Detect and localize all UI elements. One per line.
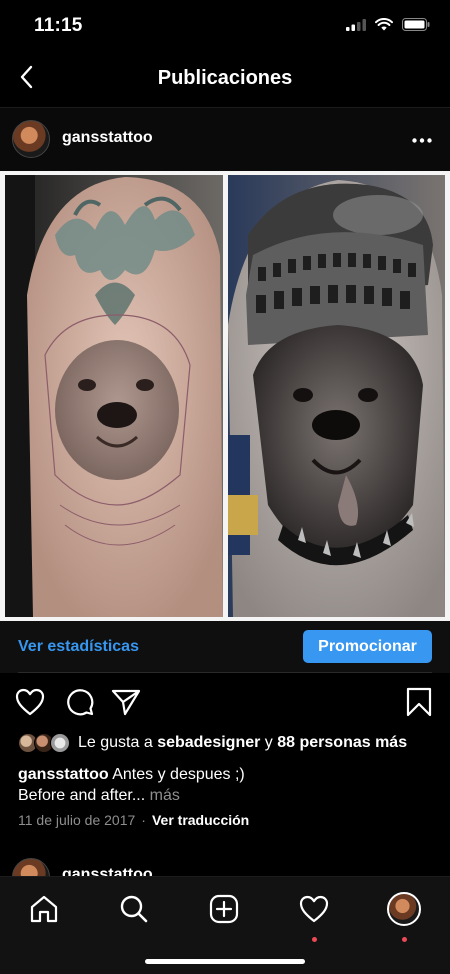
tab-create[interactable] [206, 891, 242, 927]
caption-line-2: Before and after... [18, 787, 146, 804]
battery-icon [402, 18, 430, 31]
avatar [387, 892, 421, 926]
more-options-button[interactable] [410, 128, 434, 152]
meta-separator: · [141, 812, 146, 828]
status-icons [346, 18, 430, 31]
caption-username[interactable]: gansstattoo [18, 766, 109, 783]
liker-username[interactable]: sebadesigner [157, 734, 260, 751]
plus-square-icon [209, 894, 239, 924]
see-translation-link[interactable]: Ver traducción [152, 812, 249, 828]
caption-more-link[interactable]: más [150, 787, 180, 804]
avatar[interactable] [12, 120, 50, 158]
nav-header: Publicaciones [0, 50, 450, 106]
share-button[interactable] [110, 686, 142, 718]
like-button[interactable] [14, 686, 46, 718]
ellipsis-icon [412, 137, 432, 143]
status-bar: 11:15 [0, 0, 450, 50]
wifi-icon [375, 18, 393, 31]
post-meta: 11 de julio de 2017 · Ver traducción [18, 812, 249, 828]
post-caption: gansstattoo Antes y despues ;) Before an… [18, 764, 438, 806]
promote-button[interactable]: Promocionar [303, 630, 432, 663]
paper-plane-icon [111, 689, 141, 716]
before-photo [5, 175, 223, 617]
page-title: Publicaciones [157, 67, 293, 89]
post-header: gansstattoo [0, 107, 450, 171]
tab-profile[interactable] [386, 891, 422, 942]
tab-home[interactable] [26, 891, 62, 927]
search-icon [120, 895, 148, 923]
heart-icon [15, 688, 45, 716]
heart-icon [299, 895, 329, 923]
divider [18, 672, 432, 673]
tab-activity[interactable] [296, 891, 332, 942]
signal-icon [346, 18, 366, 31]
notification-dot [312, 937, 317, 942]
after-tattoo-illustration [228, 175, 445, 617]
insights-bar: Ver estadísticas Promocionar [0, 621, 450, 673]
before-tattoo-illustration [5, 175, 223, 617]
after-photo [228, 175, 445, 617]
likes-row[interactable]: Le gusta a sebadesigner y 88 personas má… [18, 732, 407, 754]
home-icon [30, 895, 58, 923]
tab-search[interactable] [116, 891, 152, 927]
bookmark-icon [406, 687, 432, 717]
comment-button[interactable] [64, 686, 96, 718]
notification-dot [402, 937, 407, 942]
likes-text: Le gusta a sebadesigner y 88 personas má… [78, 734, 408, 751]
post-username[interactable]: gansstattoo [62, 129, 153, 147]
post-image[interactable] [0, 171, 450, 621]
liker-avatars [18, 733, 74, 753]
post-date: 11 de julio de 2017 [18, 812, 136, 828]
likes-count[interactable]: 88 personas más [277, 734, 407, 751]
save-button[interactable] [403, 686, 435, 718]
comment-icon [67, 689, 94, 716]
status-time: 11:15 [34, 15, 83, 36]
liker-avatar [50, 733, 70, 753]
view-insights-link[interactable]: Ver estadísticas [18, 638, 139, 656]
caption-line-1: Antes y despues ;) [112, 766, 245, 783]
home-indicator [145, 959, 305, 964]
